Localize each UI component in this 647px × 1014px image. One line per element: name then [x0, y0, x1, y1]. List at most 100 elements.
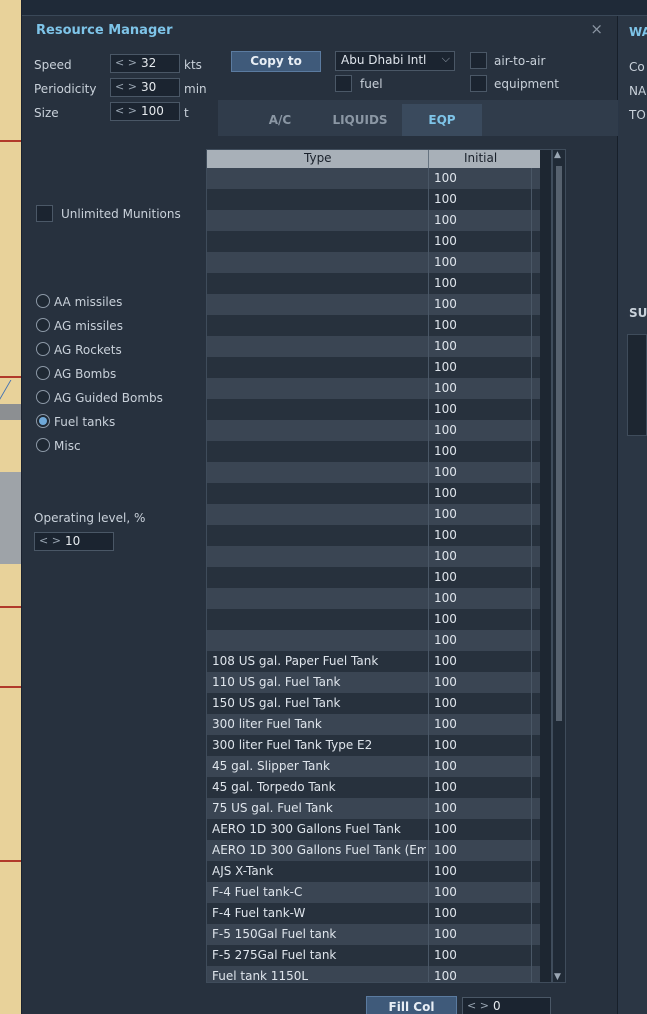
- table-row[interactable]: 300 liter Fuel Tank Type E2 100: [207, 735, 540, 756]
- cell-initial[interactable]: 100: [434, 255, 457, 269]
- cell-initial[interactable]: 100: [434, 675, 457, 689]
- air-to-air-checkbox[interactable]: [470, 52, 487, 69]
- cell-initial[interactable]: 100: [434, 801, 457, 815]
- cell-initial[interactable]: 100: [434, 780, 457, 794]
- cell-initial[interactable]: 100: [434, 402, 457, 416]
- fill-col-spinner[interactable]: < > 0: [462, 997, 551, 1014]
- map-background[interactable]: [0, 0, 22, 1014]
- table-row[interactable]: 100: [207, 294, 540, 315]
- table-row[interactable]: AERO 1D 300 Gallons Fuel Tank (Emp 100: [207, 840, 540, 861]
- cell-initial[interactable]: 100: [434, 276, 457, 290]
- scrollbar-thumb[interactable]: [556, 166, 562, 721]
- radio-aa-missiles[interactable]: [36, 294, 50, 308]
- cell-initial[interactable]: 100: [434, 654, 457, 668]
- column-header-type[interactable]: Type: [304, 151, 332, 165]
- cell-initial[interactable]: 100: [434, 591, 457, 605]
- radio-fuel-tanks[interactable]: [36, 414, 50, 428]
- table-row[interactable]: 45 gal. Slipper Tank 100: [207, 756, 540, 777]
- radio-ag-rockets[interactable]: [36, 342, 50, 356]
- table-row[interactable]: 100: [207, 525, 540, 546]
- table-row[interactable]: 100: [207, 231, 540, 252]
- table-row[interactable]: 75 US gal. Fuel Tank 100: [207, 798, 540, 819]
- periodicity-spinner[interactable]: < > 30: [110, 78, 180, 97]
- spinner-arrows-icon[interactable]: < >: [115, 104, 137, 117]
- table-scrollbar[interactable]: ▲ ▼: [552, 149, 566, 983]
- scroll-down-icon[interactable]: ▼: [554, 972, 561, 982]
- cell-initial[interactable]: 100: [434, 738, 457, 752]
- table-row[interactable]: 100: [207, 567, 540, 588]
- operating-level-spinner[interactable]: < > 10: [34, 532, 114, 551]
- cell-initial[interactable]: 100: [434, 192, 457, 206]
- table-row[interactable]: 100: [207, 315, 540, 336]
- cell-initial[interactable]: 100: [434, 885, 457, 899]
- cell-initial[interactable]: 100: [434, 633, 457, 647]
- table-row[interactable]: 110 US gal. Fuel Tank 100: [207, 672, 540, 693]
- tab-ac[interactable]: A/C: [240, 104, 320, 136]
- table-row[interactable]: 100: [207, 588, 540, 609]
- table-row[interactable]: 100: [207, 189, 540, 210]
- cell-initial[interactable]: 100: [434, 717, 457, 731]
- cell-initial[interactable]: 100: [434, 864, 457, 878]
- table-row[interactable]: 100: [207, 420, 540, 441]
- radio-ag-missiles[interactable]: [36, 318, 50, 332]
- fuel-checkbox[interactable]: [335, 75, 352, 92]
- table-row[interactable]: 100: [207, 630, 540, 651]
- airport-select[interactable]: Abu Dhabi Intl ⌵: [335, 51, 455, 71]
- cell-initial[interactable]: 100: [434, 465, 457, 479]
- cell-initial[interactable]: 100: [434, 444, 457, 458]
- radio-misc[interactable]: [36, 438, 50, 452]
- table-row[interactable]: 100: [207, 273, 540, 294]
- cell-initial[interactable]: 100: [434, 486, 457, 500]
- cell-initial[interactable]: 100: [434, 612, 457, 626]
- cell-initial[interactable]: 100: [434, 549, 457, 563]
- table-row[interactable]: 100: [207, 609, 540, 630]
- cell-initial[interactable]: 100: [434, 843, 457, 857]
- table-row[interactable]: 100: [207, 399, 540, 420]
- cell-initial[interactable]: 100: [434, 948, 457, 962]
- table-row[interactable]: 100: [207, 441, 540, 462]
- speed-spinner[interactable]: < > 32: [110, 54, 180, 73]
- cell-initial[interactable]: 100: [434, 696, 457, 710]
- table-row[interactable]: 300 liter Fuel Tank 100: [207, 714, 540, 735]
- cell-initial[interactable]: 100: [434, 528, 457, 542]
- cell-initial[interactable]: 100: [434, 360, 457, 374]
- cell-initial[interactable]: 100: [434, 171, 457, 185]
- table-row[interactable]: 100: [207, 462, 540, 483]
- cell-initial[interactable]: 100: [434, 213, 457, 227]
- copy-to-button[interactable]: Copy to: [231, 51, 321, 72]
- fill-col-button[interactable]: Fill Col: [366, 996, 457, 1014]
- spinner-arrows-icon[interactable]: < >: [115, 80, 137, 93]
- tab-eqp[interactable]: EQP: [402, 104, 482, 136]
- table-row[interactable]: F-4 Fuel tank-W 100: [207, 903, 540, 924]
- cell-initial[interactable]: 100: [434, 234, 457, 248]
- table-row[interactable]: 100: [207, 546, 540, 567]
- radio-ag-guided-bombs[interactable]: [36, 390, 50, 404]
- table-row[interactable]: 100: [207, 357, 540, 378]
- table-row[interactable]: 100: [207, 336, 540, 357]
- scroll-up-icon[interactable]: ▲: [554, 150, 561, 160]
- table-row[interactable]: AERO 1D 300 Gallons Fuel Tank 100: [207, 819, 540, 840]
- table-row[interactable]: 108 US gal. Paper Fuel Tank 100: [207, 651, 540, 672]
- table-row[interactable]: 100: [207, 210, 540, 231]
- cell-initial[interactable]: 100: [434, 507, 457, 521]
- equipment-checkbox[interactable]: [470, 75, 487, 92]
- cell-initial[interactable]: 100: [434, 297, 457, 311]
- cell-initial[interactable]: 100: [434, 759, 457, 773]
- spinner-arrows-icon[interactable]: < >: [115, 56, 137, 69]
- table-row[interactable]: 45 gal. Torpedo Tank 100: [207, 777, 540, 798]
- cell-initial[interactable]: 100: [434, 969, 457, 982]
- cell-initial[interactable]: 100: [434, 339, 457, 353]
- table-row[interactable]: 100: [207, 483, 540, 504]
- table-row[interactable]: 150 US gal. Fuel Tank 100: [207, 693, 540, 714]
- table-row[interactable]: 100: [207, 504, 540, 525]
- cell-initial[interactable]: 100: [434, 822, 457, 836]
- cell-initial[interactable]: 100: [434, 570, 457, 584]
- spinner-arrows-icon[interactable]: < >: [467, 999, 489, 1012]
- spinner-arrows-icon[interactable]: < >: [39, 534, 61, 547]
- size-spinner[interactable]: < > 100: [110, 102, 180, 121]
- table-row[interactable]: 100: [207, 378, 540, 399]
- cell-initial[interactable]: 100: [434, 927, 457, 941]
- cell-initial[interactable]: 100: [434, 318, 457, 332]
- tab-liquids[interactable]: LIQUIDS: [320, 104, 400, 136]
- cell-initial[interactable]: 100: [434, 906, 457, 920]
